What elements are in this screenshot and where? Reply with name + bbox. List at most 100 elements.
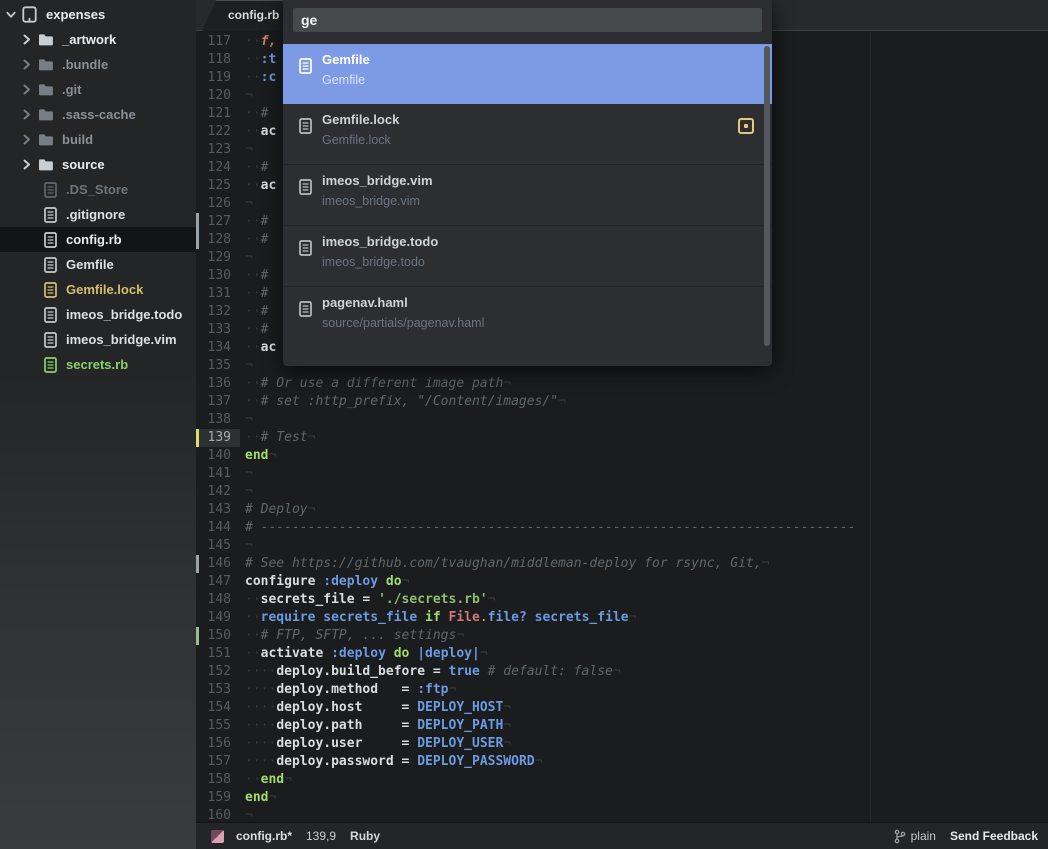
fuzzy-result-pagenav-haml[interactable]: pagenav.haml source/partials/pagenav.haml (283, 286, 772, 347)
line-number: 159 (207, 790, 231, 805)
line-text: ¬ (245, 412, 253, 427)
document-icon (44, 256, 57, 273)
chevron-right-icon[interactable] (22, 134, 32, 145)
code-line-140[interactable]: 140 end¬ (196, 447, 1048, 465)
project-root-label: expenses (46, 7, 106, 22)
sidebar-item-label: config.rb (66, 232, 122, 247)
chevron-right-icon[interactable] (22, 159, 32, 170)
sidebar-item--artwork[interactable]: _artwork (0, 27, 196, 52)
code-line-156[interactable]: 156 ····deploy.user = DEPLOY_USER¬ (196, 735, 1048, 753)
file-tree: expenses _artwork .bundle .git .sass-cache b… (0, 0, 196, 377)
line-number: 127 (207, 214, 231, 229)
line-text: ····deploy.password = DEPLOY_PASSWORD¬ (245, 754, 543, 769)
overlay-scrollbar[interactable] (764, 46, 770, 346)
project-root-expenses[interactable]: expenses (0, 2, 196, 27)
code-line-158[interactable]: 158 ··end¬ (196, 771, 1048, 789)
line-text: configure :deploy do¬ (245, 574, 410, 589)
code-line-151[interactable]: 151 ··activate :deploy do |deploy|¬ (196, 645, 1048, 663)
code-line-141[interactable]: 141 ¬ (196, 465, 1048, 483)
code-line-150[interactable]: 150 ··# FTP, SFTP, ... settings¬ (196, 627, 1048, 645)
sidebar-item--sass-cache[interactable]: .sass-cache (0, 102, 196, 127)
sidebar-item--ds-store[interactable]: .DS_Store (0, 177, 196, 202)
code-line-157[interactable]: 157 ····deploy.password = DEPLOY_PASSWORD… (196, 753, 1048, 771)
sidebar-item-imeos-bridge-vim[interactable]: imeos_bridge.vim (0, 327, 196, 352)
line-text: ··activate :deploy do |deploy|¬ (245, 646, 488, 661)
sidebar-item-config-rb[interactable]: config.rb (0, 227, 196, 252)
document-icon (299, 301, 312, 322)
fuzzy-finder-results: Gemfile Gemfile Gemfile.lock Gemfile.lock im… (283, 44, 772, 347)
code-line-159[interactable]: 159 end¬ (196, 789, 1048, 807)
line-number: 133 (207, 322, 231, 337)
code-line-147[interactable]: 147 configure :deploy do¬ (196, 573, 1048, 591)
chevron-right-icon[interactable] (22, 109, 32, 120)
chevron-right-icon[interactable] (22, 84, 32, 95)
code-line-136[interactable]: 136 ··# Or use a different image path¬ (196, 375, 1048, 393)
sidebar-item-gemfile-lock[interactable]: Gemfile.lock (0, 277, 196, 302)
fuzzy-result-gemfile[interactable]: Gemfile Gemfile (283, 44, 772, 104)
send-feedback-button[interactable]: Send Feedback (950, 829, 1038, 843)
sidebar-item-gemfile[interactable]: Gemfile (0, 252, 196, 277)
sidebar-item-build[interactable]: build (0, 127, 196, 152)
document-icon (44, 181, 57, 198)
sidebar-item-secrets-rb[interactable]: secrets.rb (0, 352, 196, 377)
book-icon (22, 6, 37, 23)
line-text: ··# (245, 304, 277, 319)
chevron-down-icon[interactable] (6, 11, 16, 19)
code-line-153[interactable]: 153 ····deploy.method = :ftp¬ (196, 681, 1048, 699)
fuzzy-result-imeos-bridge-todo[interactable]: imeos_bridge.todo imeos_bridge.todo (283, 225, 772, 286)
line-text: # Deploy¬ (245, 502, 316, 517)
fuzzy-finder-input[interactable] (293, 8, 762, 32)
result-title: imeos_bridge.vim (322, 173, 433, 188)
line-number: 121 (207, 106, 231, 121)
sidebar-item-label: .DS_Store (66, 182, 129, 197)
line-number: 128 (207, 232, 231, 247)
line-text: ··ac (245, 178, 277, 193)
sidebar-item-label: .git (62, 82, 82, 97)
fuzzy-result-gemfile-lock[interactable]: Gemfile.lock Gemfile.lock (283, 104, 772, 164)
line-number: 140 (207, 448, 231, 463)
line-number: 138 (207, 412, 231, 427)
result-path: source/partials/pagenav.haml (322, 316, 485, 330)
line-text: ··# (245, 106, 277, 121)
line-number: 135 (207, 358, 231, 373)
chevron-right-icon[interactable] (22, 59, 32, 70)
code-line-145[interactable]: 145 ¬ (196, 537, 1048, 555)
code-line-146[interactable]: 146 # See https://github.com/tvaughan/mid… (196, 555, 1048, 573)
code-line-155[interactable]: 155 ····deploy.path = DEPLOY_PATH¬ (196, 717, 1048, 735)
sidebar-item--gitignore[interactable]: .gitignore (0, 202, 196, 227)
code-line-143[interactable]: 143 # Deploy¬ (196, 501, 1048, 519)
folder-icon (38, 33, 53, 46)
line-number: 142 (207, 484, 231, 499)
line-text: ··require secrets_file if File.file? sec… (245, 610, 637, 625)
code-line-148[interactable]: 148 ··secrets_file = './secrets.rb'¬ (196, 591, 1048, 609)
fuzzy-result-imeos-bridge-vim[interactable]: imeos_bridge.vim imeos_bridge.vim (283, 164, 772, 225)
sidebar-item--bundle[interactable]: .bundle (0, 52, 196, 77)
line-text: ····deploy.build_before = true # default… (245, 664, 621, 679)
code-line-152[interactable]: 152 ····deploy.build_before = true # defa… (196, 663, 1048, 681)
code-line-138[interactable]: 138 ¬ (196, 411, 1048, 429)
sidebar-item-imeos-bridge-todo[interactable]: imeos_bridge.todo (0, 302, 196, 327)
gutter-change-marker (196, 231, 199, 249)
code-line-154[interactable]: 154 ····deploy.host = DEPLOY_HOST¬ (196, 699, 1048, 717)
line-number: 153 (207, 682, 231, 697)
sidebar-item-label: imeos_bridge.vim (66, 332, 177, 347)
code-line-139[interactable]: 139 ··# Test¬ (196, 429, 1048, 447)
line-text: ··:t (245, 52, 277, 67)
code-line-160[interactable]: 160 ¬ (196, 807, 1048, 823)
code-line-144[interactable]: 144 # -----------------------------------… (196, 519, 1048, 537)
sidebar-item-source[interactable]: source (0, 152, 196, 177)
line-number: 118 (207, 52, 231, 67)
sidebar-item--git[interactable]: .git (0, 77, 196, 102)
tab-config-rb[interactable]: config.rb (202, 0, 294, 31)
code-line-149[interactable]: 149 ··require secrets_file if File.file? … (196, 609, 1048, 627)
sidebar-item-label: source (62, 157, 105, 172)
code-line-142[interactable]: 142 ¬ (196, 483, 1048, 501)
line-number: 117 (207, 34, 231, 49)
statusbar-branch-label[interactable]: plain (911, 829, 936, 843)
chevron-right-icon[interactable] (22, 34, 32, 45)
code-line-137[interactable]: 137 ··# set :http_prefix, "/Content/image… (196, 393, 1048, 411)
file-tree-sidebar: expenses _artwork .bundle .git .sass-cache b… (0, 0, 196, 849)
statusbar-language[interactable]: Ruby (350, 829, 380, 843)
line-number: 125 (207, 178, 231, 193)
document-icon (299, 240, 312, 261)
